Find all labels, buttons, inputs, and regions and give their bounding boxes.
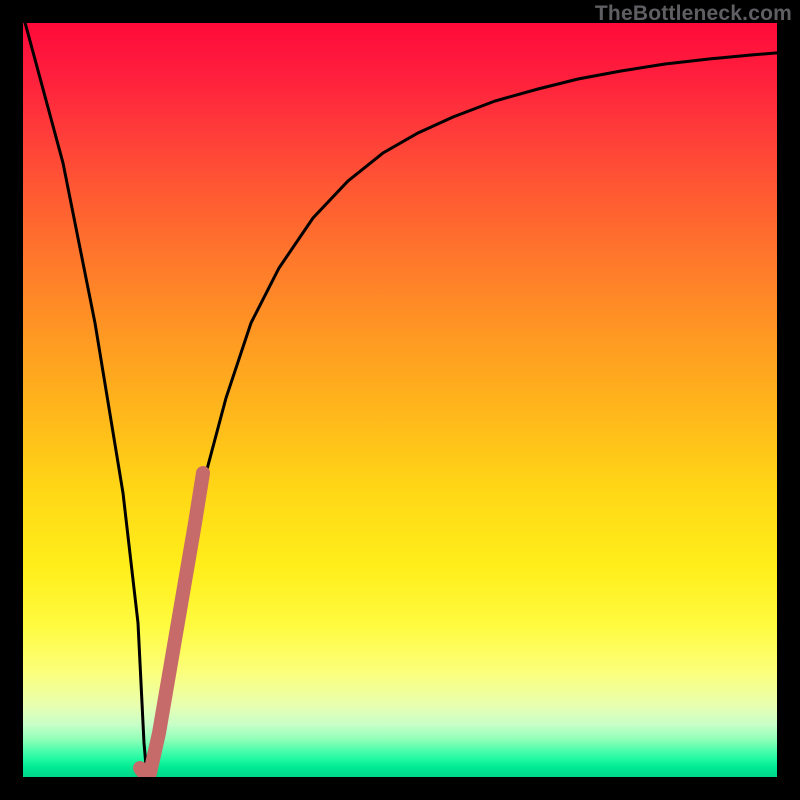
curve-layer [23, 23, 777, 777]
chart-frame: TheBottleneck.com [0, 0, 800, 800]
watermark: TheBottleneck.com [595, 2, 792, 26]
bottleneck-curve [23, 23, 777, 777]
highlight-segment [140, 473, 203, 774]
plot-area [23, 23, 777, 777]
